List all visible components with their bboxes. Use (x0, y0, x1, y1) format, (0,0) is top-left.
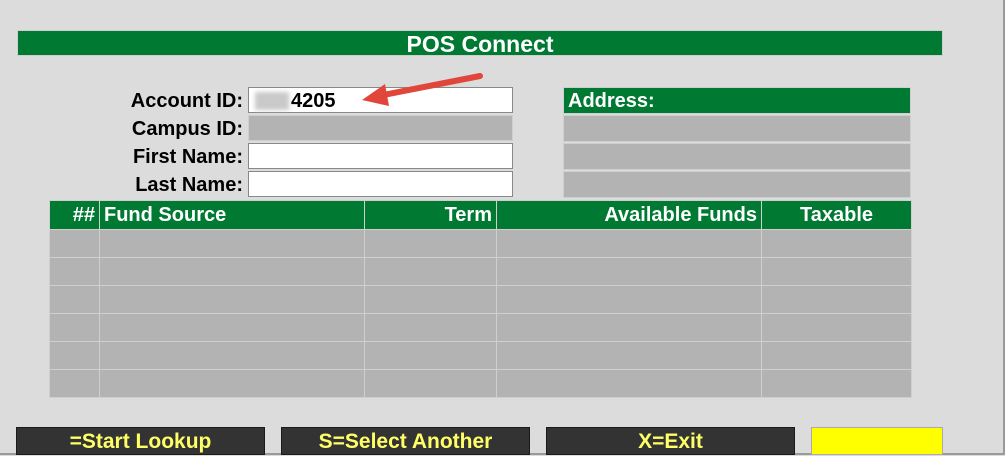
annotation-arrow-icon (362, 73, 483, 106)
pos-connect-window: POS Connect Account ID: 4205 Campus ID: … (0, 0, 1005, 455)
